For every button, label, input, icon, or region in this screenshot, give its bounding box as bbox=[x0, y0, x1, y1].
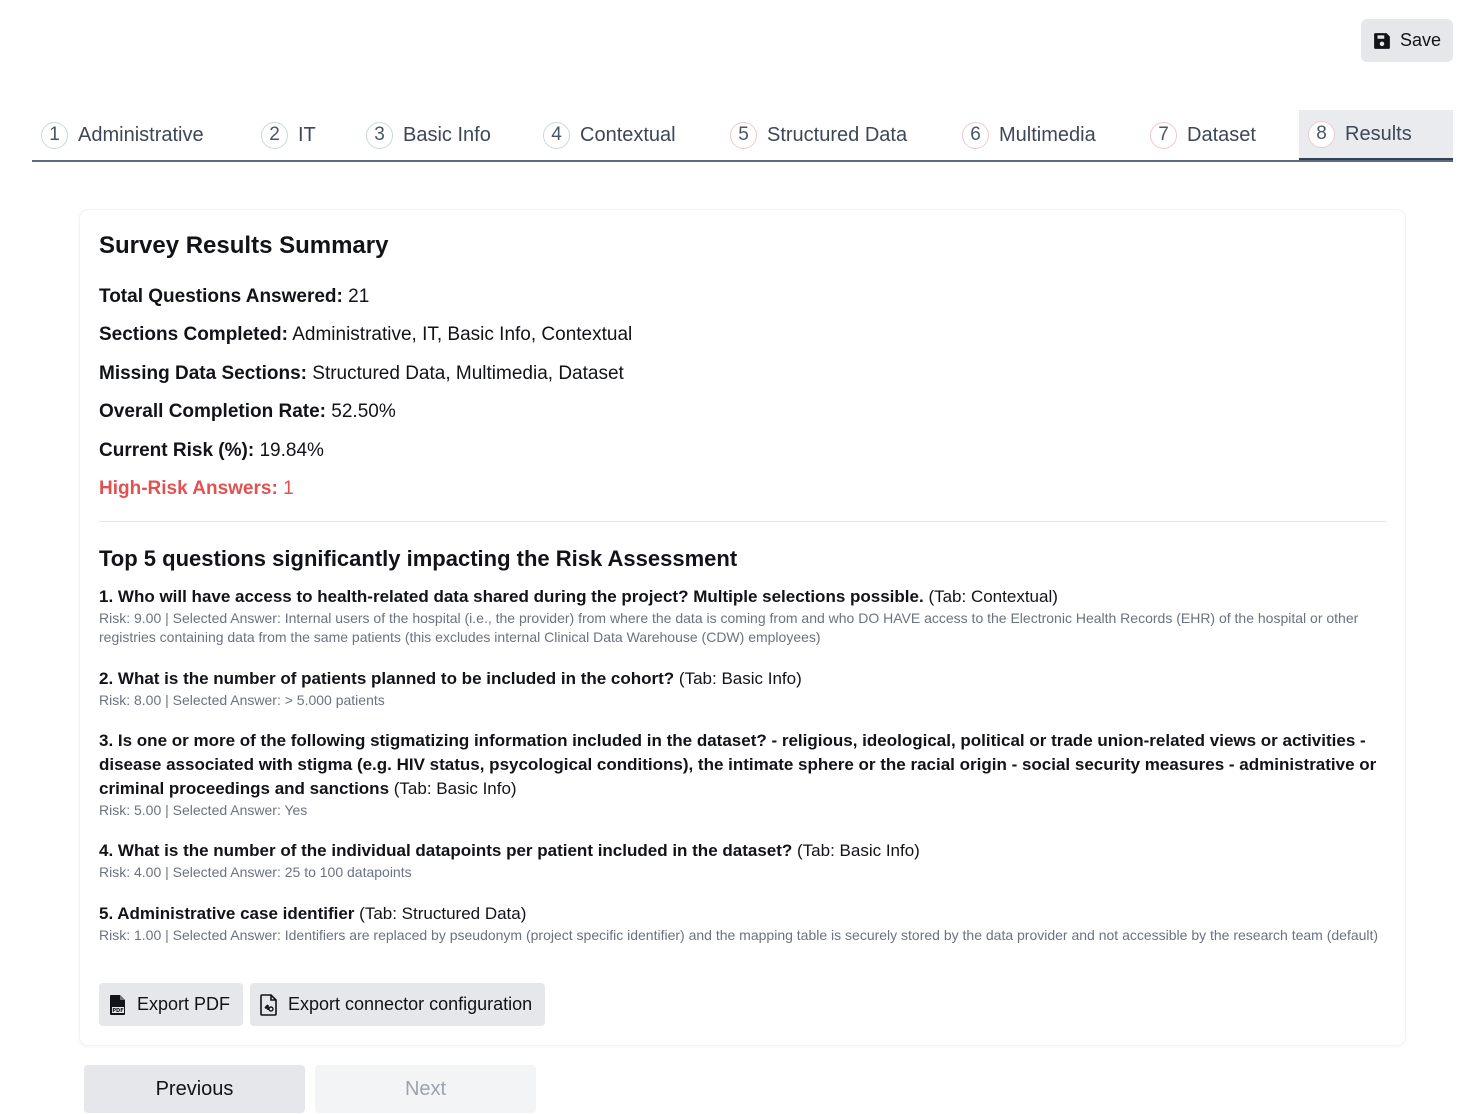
tab-administrative[interactable]: 1 Administrative bbox=[41, 110, 204, 160]
tab-label: IT bbox=[298, 123, 316, 146]
question-title: 1. Who will have access to health-relate… bbox=[99, 585, 1389, 609]
list-item: 2. What is the number of patients planne… bbox=[99, 667, 1389, 710]
question-title: 5. Administrative case identifier (Tab: … bbox=[99, 902, 1389, 926]
sections-completed: Sections Completed: Administrative, IT, … bbox=[99, 324, 632, 346]
total-questions: Total Questions Answered: 21 bbox=[99, 286, 369, 308]
stat-label: Total Questions Answered: bbox=[99, 286, 343, 307]
question-title: 4. What is the number of the individual … bbox=[99, 839, 1389, 863]
tab-label: Dataset bbox=[1187, 123, 1256, 146]
question-meta: Risk: 4.00 | Selected Answer: 25 to 100 … bbox=[99, 864, 412, 880]
stat-value: 21 bbox=[348, 286, 370, 307]
tab-structured-data[interactable]: 5 Structured Data bbox=[730, 110, 907, 160]
save-button[interactable]: Save bbox=[1361, 19, 1453, 62]
stat-label: Missing Data Sections: bbox=[99, 363, 307, 384]
question-text: 2. What is the number of patients planne… bbox=[99, 669, 675, 688]
question-text: 1. Who will have access to health-relate… bbox=[99, 587, 924, 606]
export-connector-button[interactable]: Export connector configuration bbox=[250, 983, 546, 1026]
question-title: 2. What is the number of patients planne… bbox=[99, 667, 1389, 691]
floppy-disk-icon bbox=[1374, 32, 1390, 49]
list-item: 3. Is one or more of the following stigm… bbox=[99, 729, 1389, 820]
tab-label: Basic Info bbox=[403, 123, 491, 146]
save-label: Save bbox=[1399, 30, 1442, 50]
list-item: 1. Who will have access to health-relate… bbox=[99, 585, 1389, 647]
file-export-icon bbox=[260, 993, 277, 1016]
step-number: 2 bbox=[261, 121, 288, 149]
completion-rate: Overall Completion Rate: 52.50% bbox=[99, 401, 396, 423]
high-risk-answers: High-Risk Answers: 1 bbox=[99, 478, 294, 500]
top-questions-title: Top 5 questions significantly impacting … bbox=[99, 546, 738, 571]
stat-label: Current Risk (%): bbox=[99, 440, 255, 461]
question-title: 3. Is one or more of the following stigm… bbox=[99, 729, 1389, 801]
next-button[interactable]: Next bbox=[315, 1065, 536, 1113]
tab-label: Contextual bbox=[580, 123, 676, 146]
step-tabs: 1 Administrative 2 IT 3 Basic Info 4 Con… bbox=[32, 110, 1453, 162]
question-tab: (Tab: Contextual) bbox=[928, 587, 1058, 606]
button-label: Export connector configuration bbox=[288, 994, 533, 1014]
question-tab: (Tab: Basic Info) bbox=[797, 841, 920, 860]
step-number: 4 bbox=[543, 121, 570, 149]
stat-label: High-Risk Answers: bbox=[99, 478, 278, 499]
step-number: 6 bbox=[962, 121, 989, 149]
current-risk: Current Risk (%): 19.84% bbox=[99, 440, 324, 462]
missing-sections: Missing Data Sections: Structured Data, … bbox=[99, 363, 624, 385]
list-item: 5. Administrative case identifier (Tab: … bbox=[99, 902, 1389, 945]
stat-label: Overall Completion Rate: bbox=[99, 401, 326, 422]
question-tab: (Tab: Structured Data) bbox=[359, 904, 527, 923]
tab-multimedia[interactable]: 6 Multimedia bbox=[962, 110, 1096, 160]
export-pdf-button[interactable]: PDF Export PDF bbox=[99, 983, 244, 1026]
stat-value: Administrative, IT, Basic Info, Contextu… bbox=[292, 324, 633, 345]
question-tab: (Tab: Basic Info) bbox=[678, 669, 802, 688]
tab-results[interactable]: 8 Results bbox=[1299, 110, 1453, 160]
divider bbox=[99, 521, 1386, 522]
question-meta: Risk: 1.00 | Selected Answer: Identifier… bbox=[99, 927, 1379, 943]
step-number: 3 bbox=[366, 121, 393, 149]
results-card: Survey Results Summary Total Questions A… bbox=[80, 210, 1405, 1045]
question-text: 3. Is one or more of the following stigm… bbox=[99, 731, 1377, 798]
tab-label: Administrative bbox=[78, 123, 204, 146]
step-number: 8 bbox=[1308, 120, 1335, 148]
question-meta: Risk: 9.00 | Selected Answer: Internal u… bbox=[99, 610, 1359, 645]
tab-dataset[interactable]: 7 Dataset bbox=[1150, 110, 1256, 160]
tab-contextual[interactable]: 4 Contextual bbox=[543, 110, 676, 160]
question-meta: Risk: 8.00 | Selected Answer: > 5.000 pa… bbox=[99, 692, 385, 708]
step-number: 7 bbox=[1150, 121, 1177, 149]
tab-label: Structured Data bbox=[767, 123, 908, 146]
button-label: Export PDF bbox=[137, 994, 231, 1014]
question-tab: (Tab: Basic Info) bbox=[393, 779, 517, 798]
question-meta: Risk: 5.00 | Selected Answer: Yes bbox=[99, 802, 308, 818]
stat-value: 1 bbox=[283, 478, 294, 499]
stat-value: 19.84% bbox=[259, 440, 324, 461]
tab-basic-info[interactable]: 3 Basic Info bbox=[366, 110, 491, 160]
question-text: 5. Administrative case identifier bbox=[99, 904, 355, 923]
summary-title: Survey Results Summary bbox=[99, 232, 389, 259]
step-number: 5 bbox=[730, 121, 757, 149]
list-item: 4. What is the number of the individual … bbox=[99, 839, 1389, 882]
stat-value: Structured Data, Multimedia, Dataset bbox=[312, 363, 624, 384]
previous-button[interactable]: Previous bbox=[84, 1065, 305, 1113]
stat-value: 52.50% bbox=[331, 401, 396, 422]
question-text: 4. What is the number of the individual … bbox=[99, 841, 793, 860]
svg-text:PDF: PDF bbox=[112, 1008, 123, 1014]
tab-it[interactable]: 2 IT bbox=[261, 110, 316, 160]
step-number: 1 bbox=[41, 121, 68, 149]
pdf-file-icon: PDF bbox=[110, 994, 125, 1015]
tab-label: Multimedia bbox=[999, 123, 1096, 146]
tab-label: Results bbox=[1345, 122, 1412, 145]
stat-label: Sections Completed: bbox=[99, 324, 288, 345]
